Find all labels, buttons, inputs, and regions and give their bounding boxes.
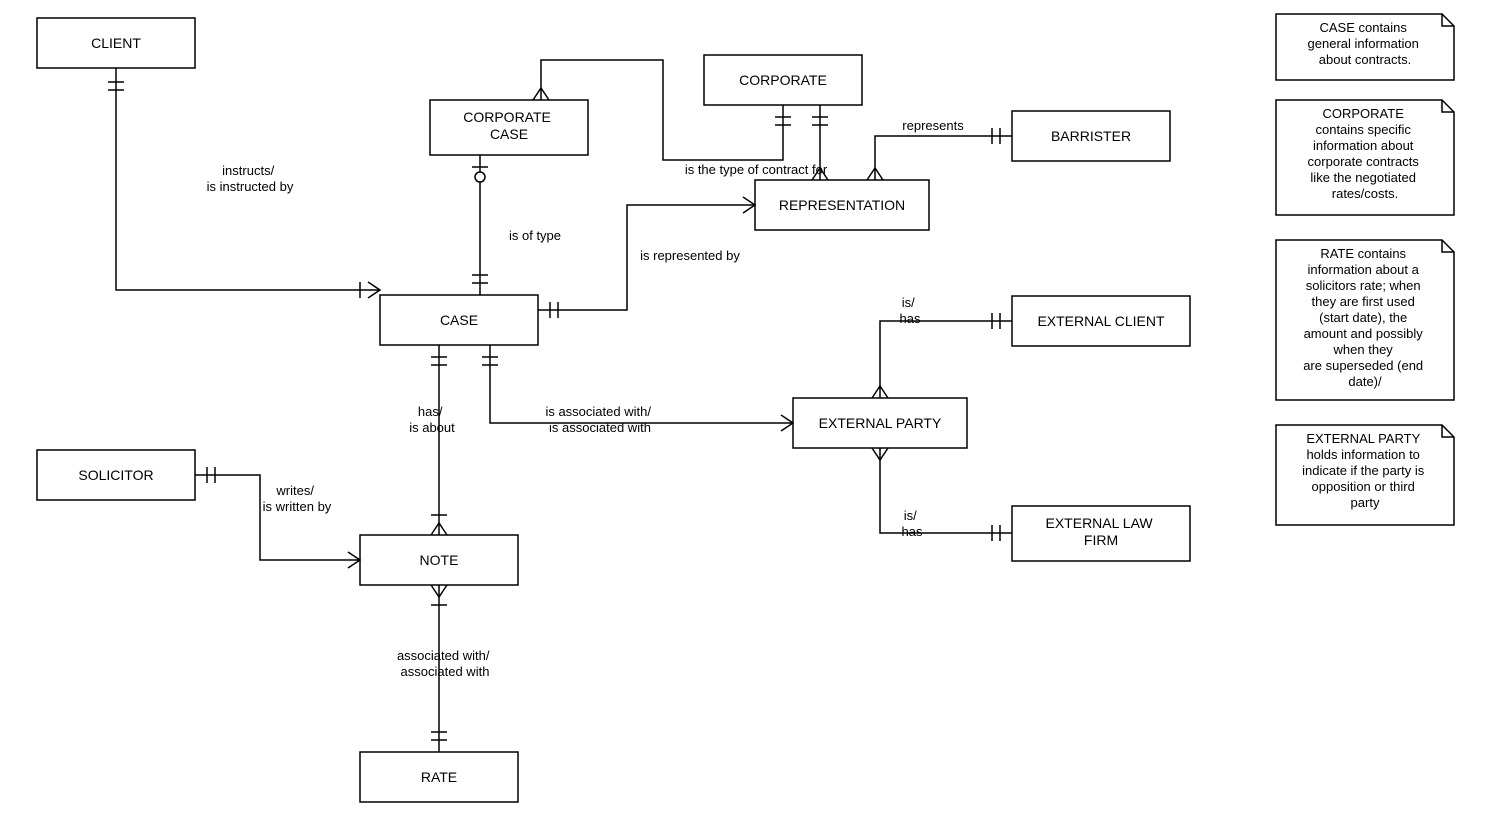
svg-text:SOLICITOR: SOLICITOR xyxy=(78,467,153,483)
svg-text:REPRESENTATION: REPRESENTATION xyxy=(779,197,905,213)
rel-case-externalparty: is associated with/ is associated with xyxy=(482,345,793,435)
svg-text:NOTE: NOTE xyxy=(420,552,459,568)
svg-text:represents: represents xyxy=(902,118,964,133)
svg-text:is/ has: is/ has xyxy=(902,508,923,539)
note-case: CASE contains general information about … xyxy=(1276,14,1454,80)
svg-text:CLIENT: CLIENT xyxy=(91,35,141,51)
entity-corporate: CORPORATE xyxy=(704,55,862,105)
rel-note-rate: associated with/ associated with xyxy=(397,585,493,752)
rel-solicitor-note: writes/ is written by xyxy=(195,467,360,568)
rel-case-note: has/ is about xyxy=(409,345,455,535)
note-external-party: EXTERNAL PARTY holds information to indi… xyxy=(1276,425,1454,525)
rel-extparty-extclient: is/ has xyxy=(872,295,1012,398)
svg-text:CORPORATE: CORPORATE xyxy=(739,72,827,88)
entity-external-party: EXTERNAL PARTY xyxy=(793,398,967,448)
svg-text:EXTERNAL CLIENT: EXTERNAL CLIENT xyxy=(1037,313,1165,329)
entity-external-law-firm: EXTERNAL LAW FIRM xyxy=(1012,506,1190,561)
entity-solicitor: SOLICITOR xyxy=(37,450,195,500)
note-corporate: CORPORATE contains specific information … xyxy=(1276,100,1454,215)
entity-barrister: BARRISTER xyxy=(1012,111,1170,161)
entity-note: NOTE xyxy=(360,535,518,585)
svg-text:is/ has: is/ has xyxy=(900,295,921,326)
er-diagram: CLIENT CORPORATE CASE CORPORATE BARRISTE… xyxy=(0,0,1504,831)
rel-extparty-extlawfirm: is/ has xyxy=(872,448,1012,541)
svg-text:CASE contains general in: CASE contains general information about … xyxy=(1308,20,1423,67)
rel-case-representation: is represented by xyxy=(538,197,755,318)
rel-case-corpcase: is of type xyxy=(472,155,561,295)
svg-text:writes/ is written by: writes/ is written by xyxy=(263,483,332,514)
svg-text:instructs/ is instructed: instructs/ is instructed by xyxy=(207,163,294,194)
svg-text:RATE contains informatio: RATE contains information about a solici… xyxy=(1303,246,1427,389)
entity-case: CASE xyxy=(380,295,538,345)
svg-text:is the type of contract for: is the type of contract for xyxy=(685,162,828,177)
entity-corporate-case: CORPORATE CASE xyxy=(430,100,588,155)
entity-representation: REPRESENTATION xyxy=(755,180,929,230)
svg-text:is represented by: is represented by xyxy=(640,248,740,263)
svg-text:is of type: is of type xyxy=(509,228,561,243)
svg-text:has/ is about: has/ is about xyxy=(409,404,455,435)
rel-representation-barrister: represents xyxy=(867,118,1012,180)
svg-text:RATE: RATE xyxy=(421,769,457,785)
entity-external-client: EXTERNAL CLIENT xyxy=(1012,296,1190,346)
svg-text:CASE: CASE xyxy=(440,312,478,328)
svg-text:EXTERNAL PARTY: EXTERNAL PARTY xyxy=(819,415,942,431)
svg-text:BARRISTER: BARRISTER xyxy=(1051,128,1131,144)
rel-client-case: instructs/ is instructed by xyxy=(108,68,380,298)
svg-text:associated with/ associa: associated with/ associated with xyxy=(397,648,493,679)
svg-text:is associated with/ is a: is associated with/ is associated with xyxy=(545,404,654,435)
note-rate: RATE contains information about a solici… xyxy=(1276,240,1454,400)
entity-rate: RATE xyxy=(360,752,518,802)
entity-client: CLIENT xyxy=(37,18,195,68)
